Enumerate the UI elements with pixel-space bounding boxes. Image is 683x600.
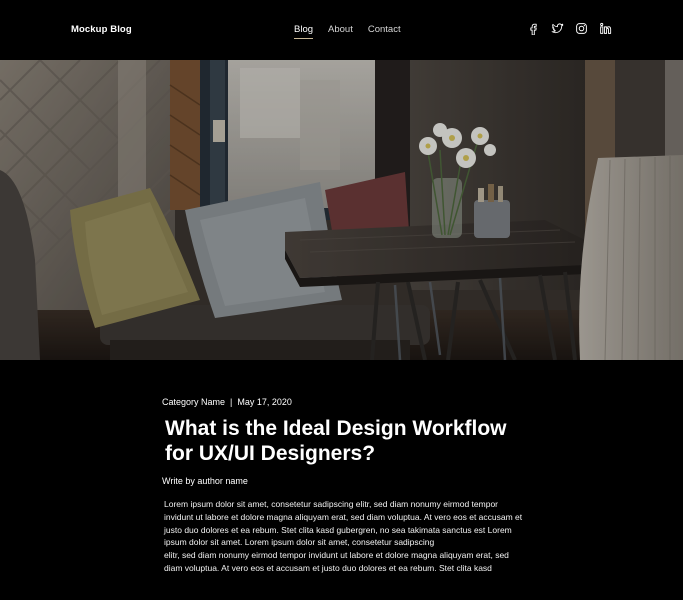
- article-category[interactable]: Category Name: [162, 397, 225, 407]
- article-author: Write by author name: [162, 476, 248, 486]
- article-paragraph: elitr, sed diam nonumy eirmod tempor inv…: [164, 550, 509, 573]
- meta-separator: |: [230, 397, 233, 407]
- article-meta: Category Name | May 17, 2020: [162, 397, 292, 407]
- main-nav: Blog About Contact: [294, 24, 401, 39]
- nav-item-contact[interactable]: Contact: [368, 24, 401, 39]
- article-body: Lorem ipsum dolor sit amet, consetetur s…: [164, 498, 524, 575]
- article-title-line-2: for UX/UI Designers?: [165, 442, 376, 465]
- site-header: Mockup Blog Blog About Contact: [0, 0, 683, 60]
- facebook-icon[interactable]: [527, 22, 540, 35]
- cafe-scene-illustration: [0, 60, 683, 360]
- social-links: [527, 22, 612, 35]
- article-date: May 17, 2020: [237, 397, 292, 407]
- blog-page: Mockup Blog Blog About Contact Category …: [0, 0, 683, 600]
- twitter-icon[interactable]: [551, 22, 564, 35]
- linkedin-icon[interactable]: [599, 22, 612, 35]
- article-title: What is the Ideal Design Workflow for UX…: [165, 416, 545, 466]
- hero-image: [0, 60, 683, 360]
- article-paragraph: Lorem ipsum dolor sit amet, consetetur s…: [164, 499, 523, 548]
- instagram-icon[interactable]: [575, 22, 588, 35]
- nav-item-about[interactable]: About: [328, 24, 353, 39]
- nav-item-blog[interactable]: Blog: [294, 24, 314, 39]
- brand-logo[interactable]: Mockup Blog: [71, 24, 132, 35]
- article-title-line-1: What is the Ideal Design Workflow: [165, 417, 507, 440]
